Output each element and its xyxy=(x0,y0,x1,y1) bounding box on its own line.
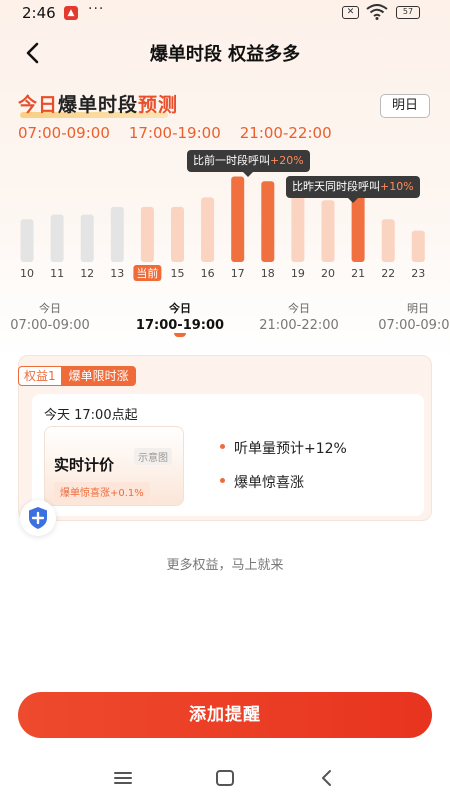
chart-tick-label: 20 xyxy=(321,267,335,280)
chart-tick-label: 18 xyxy=(261,267,275,280)
chart-bar xyxy=(321,200,335,262)
chart-bar xyxy=(291,195,305,262)
add-reminder-button[interactable]: 添加提醒 xyxy=(18,692,432,738)
chart-bar xyxy=(351,195,365,262)
chart-tick-label: 15 xyxy=(171,267,185,280)
home-icon[interactable] xyxy=(212,766,238,790)
chart-tick-label: 23 xyxy=(411,267,425,280)
tooltip-prev-period: 比前一时段呼叫+20% xyxy=(187,150,310,177)
back-nav-icon[interactable] xyxy=(314,766,340,790)
system-nav-bar xyxy=(0,760,450,800)
peak-time-window: 21:00-22:00 xyxy=(239,124,332,142)
chart-bar xyxy=(110,206,124,262)
benefit-start-time: 今天 17:00点起 xyxy=(44,408,138,423)
menu-icon[interactable] xyxy=(110,766,136,790)
chart-bar xyxy=(20,219,34,262)
day-time-day: 今日 xyxy=(288,302,310,315)
status-time: 2:46 xyxy=(22,4,56,22)
chart-tick-label: 19 xyxy=(291,267,305,280)
tooltip-yesterday: 比昨天同时段呼叫+10% xyxy=(286,176,420,203)
no-sim-icon: ✕ xyxy=(342,6,359,19)
demo-badge: 爆单惊喜涨+0.1% xyxy=(54,482,150,501)
chart-bar xyxy=(80,214,94,262)
chart-tick-label: 22 xyxy=(381,267,395,280)
chart-bar xyxy=(171,206,184,262)
day-time-item[interactable]: 今日 07:00-09:00 xyxy=(0,300,105,333)
chart-tick-label: 17 xyxy=(231,267,245,280)
chart-bar xyxy=(381,219,395,262)
chart-bar xyxy=(50,214,64,262)
tooltip-yesterday-pct: +10% xyxy=(380,180,414,193)
benefit-bullet: 听单量预计+12% xyxy=(220,438,347,458)
app-notification-icon: ▲ xyxy=(64,6,78,20)
more-notifications-icon: ··· xyxy=(88,1,105,17)
page-title: 爆单时段 权益多多 xyxy=(149,44,301,65)
benefit-tag: 权益1 爆单限时涨 xyxy=(18,366,136,386)
wifi-icon xyxy=(366,4,388,20)
peak-time-windows: 07:00-09:00 17:00-19:00 21:00-22:00 xyxy=(18,124,438,142)
peak-time-window: 07:00-09:00 xyxy=(18,124,110,142)
chart-tick-label: 16 xyxy=(201,267,215,280)
forecast-title-suffix: 预测 xyxy=(138,94,179,116)
battery-icon: 57 xyxy=(396,6,420,19)
day-time-selector: 今日 07:00-09:00 今日 17:00-19:00 今日 21:00-2… xyxy=(0,300,450,340)
day-time-range: 17:00-19:00 xyxy=(135,318,225,333)
day-time-range: 21:00-22:00 xyxy=(259,318,339,333)
benefit-bullet-list: 听单量预计+12% 爆单惊喜涨 xyxy=(220,438,347,506)
chart-tick-label: 11 xyxy=(50,267,64,280)
day-time-day: 今日 xyxy=(39,302,61,315)
benefit-tag-number: 权益1 xyxy=(18,366,62,386)
peak-time-window: 17:00-19:00 xyxy=(128,124,221,142)
more-benefits-text: 更多权益，马上就来 xyxy=(166,558,284,573)
day-time-range: 07:00-09:00 xyxy=(10,318,90,333)
chart-tick-label: 21 xyxy=(351,267,365,280)
chart-bar xyxy=(201,197,215,262)
tooltip-prev-pct: +20% xyxy=(270,154,304,167)
chart-tick-label: 13 xyxy=(110,267,124,280)
chart-bar xyxy=(261,181,275,262)
forecast-title-today: 今日 xyxy=(18,94,59,116)
chart-bar xyxy=(231,176,245,262)
demo-label: 实时计价 xyxy=(54,456,115,474)
shield-plus-icon[interactable] xyxy=(20,500,56,536)
status-bar: 2:46 ▲ ··· ✕ 57 xyxy=(0,0,450,26)
day-time-item[interactable]: 今日 21:00-22:00 xyxy=(244,300,354,333)
forecast-title: 今日爆单时段预测 xyxy=(18,90,178,117)
day-time-range: 07:00-09:00 xyxy=(378,318,450,333)
tooltip-yesterday-text: 比昨天同时段呼叫 xyxy=(292,180,380,193)
chart-bar xyxy=(411,230,425,262)
chart-tick-label: 12 xyxy=(80,267,94,280)
chart-tick-label: 10 xyxy=(20,267,34,280)
day-time-item-active[interactable]: 今日 17:00-19:00 xyxy=(125,300,235,333)
benefit-tag-name: 爆单限时涨 xyxy=(61,366,136,386)
day-time-day: 今日 xyxy=(169,302,191,315)
day-time-day: 明日 xyxy=(407,302,429,315)
benefit-bullet: 爆单惊喜涨 xyxy=(220,472,347,492)
tooltip-prev-text: 比前一时段呼叫 xyxy=(193,154,270,167)
chart-bar xyxy=(140,206,154,262)
day-time-item[interactable]: 明日 07:00-09:00 xyxy=(363,300,450,333)
demo-hint: 示意图 xyxy=(134,448,172,465)
forecast-title-highlight: 爆单时段 xyxy=(58,94,139,116)
chart-tick-label: 当前 xyxy=(136,266,158,280)
tomorrow-button[interactable]: 明日 xyxy=(380,94,430,118)
